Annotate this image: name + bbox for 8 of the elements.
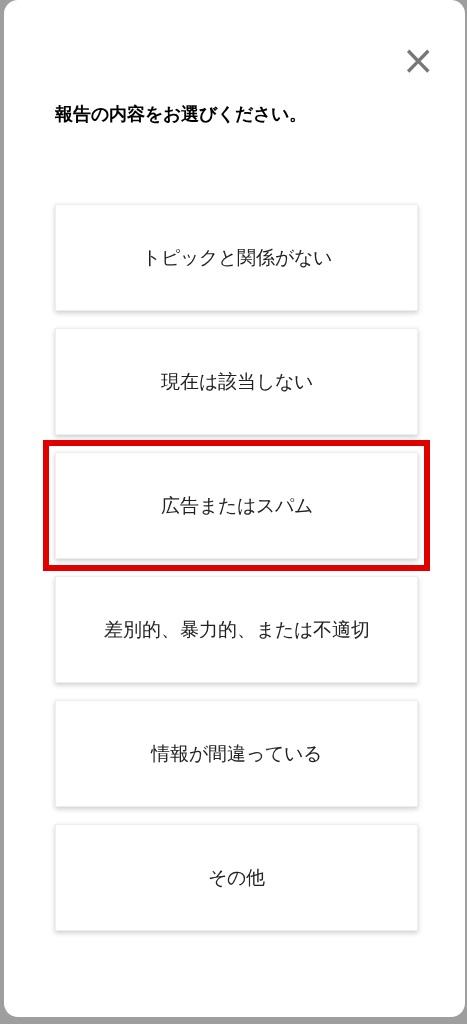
option-button[interactable]: 差別的、暴力的、または不適切 bbox=[55, 576, 418, 683]
option-button[interactable]: 情報が間違っている bbox=[55, 700, 418, 807]
option-button[interactable]: 現在は該当しない bbox=[55, 328, 418, 435]
dialog-title: 報告の内容をお選びください。 bbox=[55, 102, 308, 126]
option-button[interactable]: 広告またはスパム bbox=[55, 452, 418, 559]
option-button[interactable]: トピックと関係がない bbox=[55, 204, 418, 311]
close-button[interactable]: × bbox=[401, 40, 435, 80]
option-button[interactable]: その他 bbox=[55, 824, 418, 931]
